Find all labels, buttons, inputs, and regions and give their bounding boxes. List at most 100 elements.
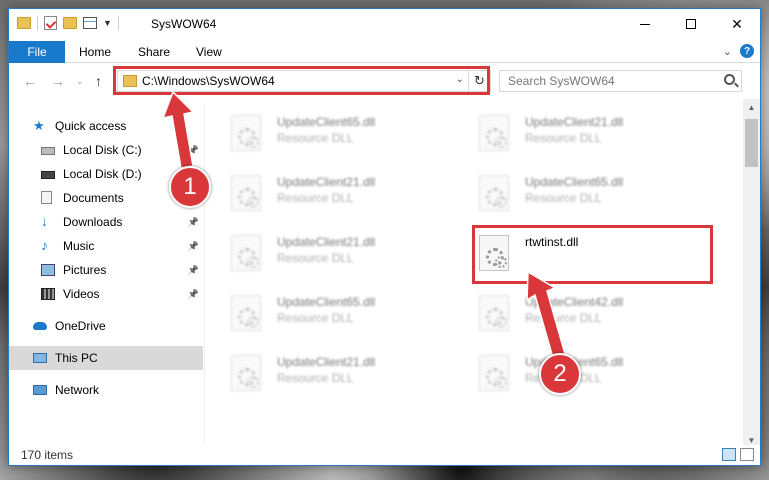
step-1-badge: 1 [169, 166, 211, 208]
sidebar-item-label: Downloads [63, 215, 123, 229]
status-bar: 170 items [9, 445, 760, 465]
pin-icon: 📌 [187, 289, 199, 299]
file-item[interactable]: UpdateClient65.dll Resource DLL [209, 285, 449, 337]
sidebar-item-label: Pictures [63, 263, 107, 277]
scroll-up-icon[interactable]: ▲ [743, 99, 760, 116]
file-name: UpdateClient21.dll [525, 115, 624, 129]
dll-file-icon [479, 115, 509, 151]
details-view-icon[interactable] [722, 448, 736, 461]
properties-check-icon[interactable] [44, 16, 57, 30]
file-name: UpdateClient42.dll [525, 295, 624, 309]
sidebar-item-label: Local Disk (C:) [63, 143, 142, 157]
dll-file-icon [231, 175, 261, 211]
sidebar-item-label: Network [55, 383, 100, 397]
tab-file[interactable]: File [9, 41, 65, 63]
pin-icon: 📌 [187, 265, 199, 275]
view-properties-icon[interactable] [83, 17, 97, 29]
sidebar-item-label: Quick access [55, 119, 127, 133]
sidebar-item-videos[interactable]: Videos 📌 [9, 282, 203, 306]
file-name: UpdateClient21.dll [277, 175, 376, 189]
back-arrow-icon[interactable]: ← [23, 73, 37, 89]
folder-icon [17, 17, 31, 29]
dll-file-icon [231, 115, 261, 151]
file-item[interactable]: UpdateClient65.dll Resource DLL [209, 105, 449, 157]
file-item[interactable]: UpdateClient21.dll Resource DLL [209, 345, 449, 397]
vertical-scrollbar[interactable]: ▲ ▼ [743, 99, 760, 449]
dll-file-icon [479, 175, 509, 211]
sidebar-item-local-disk-c[interactable]: Local Disk (C:) 📌 [9, 138, 203, 162]
file-item[interactable]: UpdateClient21.dll Resource DLL [209, 225, 449, 277]
file-name: UpdateClient65.dll [277, 295, 376, 309]
close-icon: ✕ [731, 15, 743, 32]
sidebar-item-this-pc[interactable]: This PC [9, 346, 203, 370]
tab-home[interactable]: Home [79, 41, 111, 63]
help-icon[interactable]: ? [740, 44, 754, 58]
pc-icon [33, 353, 47, 363]
recent-locations-chevron-icon[interactable]: ⌄ [76, 76, 84, 87]
maximize-button[interactable] [668, 9, 714, 39]
sidebar-item-label: This PC [55, 351, 98, 365]
file-type: Resource DLL [277, 371, 354, 385]
navigation-pane: ★ Quick access Local Disk (C:) 📌 Local Disk … [9, 104, 203, 449]
file-name: UpdateClient65.dll [277, 115, 376, 129]
file-item[interactable]: UpdateClient65.dll Resource DLL [457, 165, 697, 217]
minimize-button[interactable] [622, 9, 668, 39]
sidebar-item-label: Music [63, 239, 95, 253]
sidebar-item-quick-access[interactable]: ★ Quick access [9, 114, 203, 138]
search-input[interactable]: Search SysWOW64 [499, 70, 742, 92]
window-title: SysWOW64 [151, 17, 217, 31]
new-folder-icon[interactable] [63, 17, 77, 29]
pin-icon: 📌 [187, 217, 199, 227]
sidebar-item-network[interactable]: Network [9, 378, 203, 402]
address-bar-highlight [113, 66, 490, 95]
file-type: Resource DLL [525, 131, 602, 145]
file-type: Resource DLL [277, 131, 354, 145]
file-name: UpdateClient21.dll [277, 355, 376, 369]
pictures-icon [41, 264, 55, 276]
tab-share[interactable]: Share [138, 41, 170, 63]
item-count: 170 items [21, 448, 74, 462]
file-highlight [472, 225, 713, 284]
sidebar-item-downloads[interactable]: ↓ Downloads 📌 [9, 210, 203, 234]
forward-arrow-icon[interactable]: → [51, 73, 65, 89]
window-controls: ✕ [622, 9, 760, 39]
ribbon-tabs: File Home Share View ⌄ ? [9, 39, 760, 63]
sidebar-item-pictures[interactable]: Pictures 📌 [9, 258, 203, 282]
title-bar: ▼ SysWOW64 ✕ [9, 9, 760, 39]
close-button[interactable]: ✕ [714, 9, 760, 39]
sidebar-item-label: Local Disk (D:) [63, 167, 142, 181]
sidebar-item-music[interactable]: ♪ Music 📌 [9, 234, 203, 258]
onedrive-icon [33, 322, 47, 330]
file-name: UpdateClient65.dll [525, 175, 624, 189]
file-item[interactable]: UpdateClient21.dll Resource DLL [457, 105, 697, 157]
pin-icon: 📌 [187, 145, 199, 155]
file-type: Resource DLL [277, 191, 354, 205]
network-icon [33, 385, 47, 395]
documents-icon [41, 191, 52, 204]
minimize-icon [640, 23, 650, 25]
dll-file-icon [231, 235, 261, 271]
large-icons-view-icon[interactable] [740, 448, 754, 461]
file-item[interactable]: UpdateClient21.dll Resource DLL [209, 165, 449, 217]
pin-icon: 📌 [187, 241, 199, 251]
file-name: UpdateClient21.dll [277, 235, 376, 249]
maximize-icon [686, 19, 696, 29]
step-2-badge: 2 [539, 353, 581, 395]
dll-file-icon [479, 295, 509, 331]
scrollbar-thumb[interactable] [745, 119, 758, 167]
file-type: Resource DLL [525, 311, 602, 325]
file-type: Resource DLL [525, 191, 602, 205]
sidebar-item-onedrive[interactable]: OneDrive [9, 314, 203, 338]
drive-icon [41, 171, 55, 179]
dll-file-icon [231, 295, 261, 331]
file-item[interactable]: UpdateClient42.dll Resource DLL [457, 285, 697, 337]
up-arrow-icon[interactable]: ↑ [95, 73, 102, 89]
videos-icon [41, 288, 55, 300]
customize-toolbar-chevron-icon[interactable]: ▼ [103, 18, 112, 28]
tab-view[interactable]: View [196, 41, 222, 63]
file-type: Resource DLL [277, 251, 354, 265]
file-type: Resource DLL [277, 311, 354, 325]
music-icon: ♪ [41, 237, 48, 253]
sidebar-item-label: Videos [63, 287, 100, 301]
expand-ribbon-chevron-icon[interactable]: ⌄ [723, 45, 732, 58]
